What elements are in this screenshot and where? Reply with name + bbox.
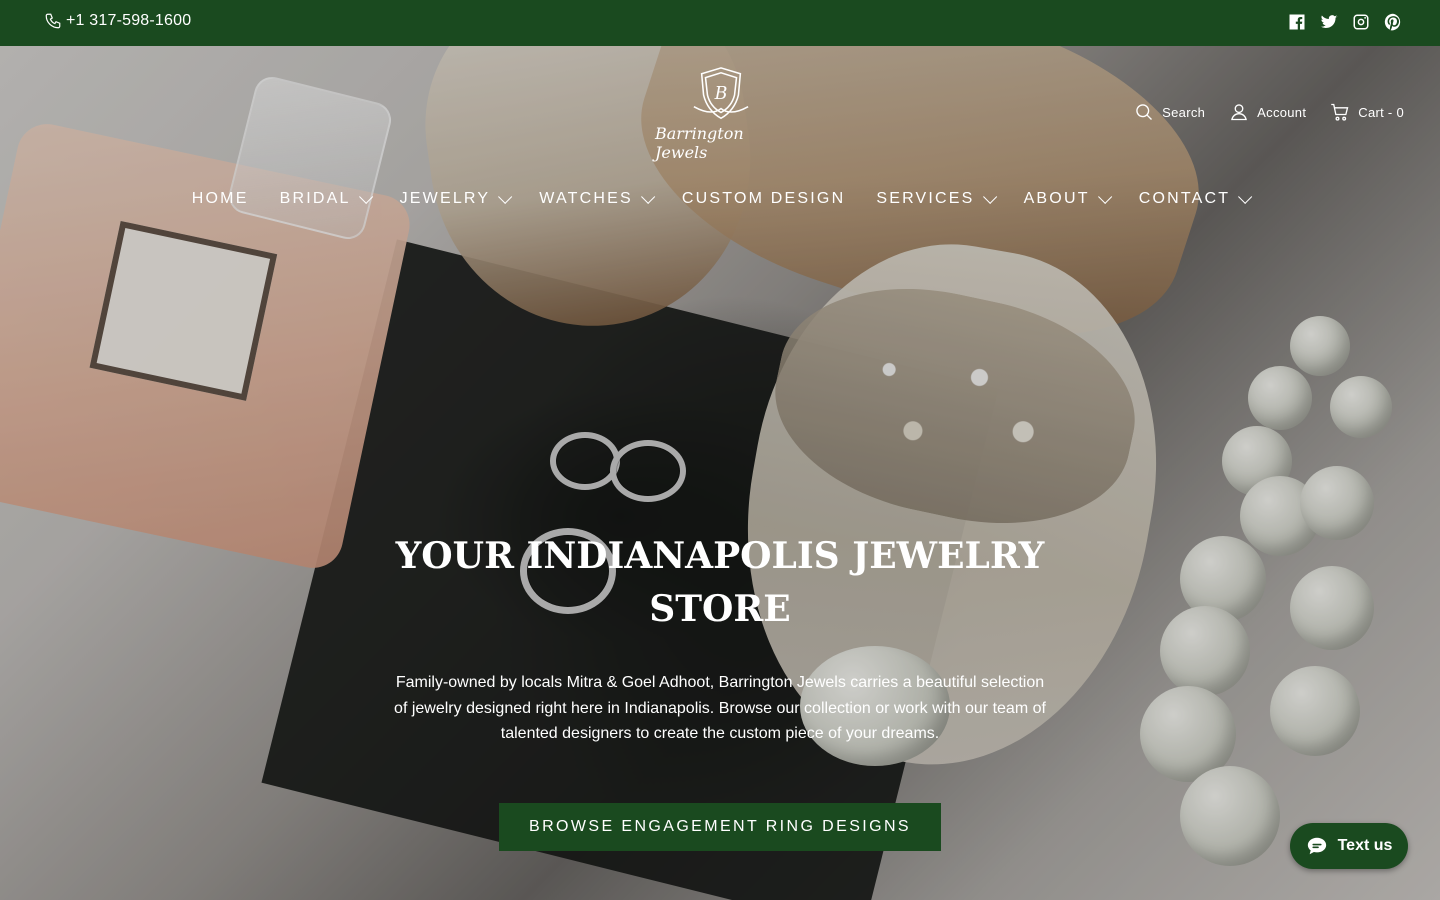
hero-description: Family-owned by locals Mitra & Goel Adho…	[394, 674, 1046, 742]
account-label: Account	[1257, 104, 1307, 120]
nav-item-label: CONTACT	[1138, 190, 1231, 207]
nav-item-watches[interactable]: WATCHES	[539, 189, 656, 208]
chat-bubble-icon	[1307, 837, 1326, 855]
search-link[interactable]: Search	[1134, 102, 1205, 122]
search-icon	[1136, 104, 1153, 120]
twitter-icon[interactable]	[1320, 13, 1338, 31]
browse-engagement-rings-button[interactable]: BROWSE ENGAGEMENT RING DESIGNS	[499, 803, 941, 851]
main-navigation: HOME BRIDAL JEWELRY WATCHES CUSTOM DESIG…	[0, 189, 1440, 208]
nav-item-label: SERVICES	[876, 190, 975, 207]
nav-item-about[interactable]: ABOUT	[1023, 189, 1112, 208]
phone-icon	[45, 13, 61, 29]
phone-number: +1 317-598-1600	[66, 12, 192, 29]
hero-banner	[0, 46, 1440, 900]
nav-item-label: BRIDAL	[279, 190, 351, 207]
nav-item-label: WATCHES	[539, 190, 633, 207]
nav-item-label: ABOUT	[1023, 190, 1090, 207]
facebook-icon[interactable]	[1288, 13, 1306, 31]
nav-item-home[interactable]: HOME	[192, 190, 249, 208]
nav-item-custom-design[interactable]: CUSTOM DESIGN	[682, 190, 845, 208]
cart-link[interactable]: Cart - 0	[1330, 102, 1404, 122]
chevron-down-icon	[1097, 189, 1112, 204]
site-logo[interactable]: B Barrington Jewels	[655, 66, 787, 162]
nav-item-label: JEWELRY	[399, 190, 491, 207]
account-link[interactable]: Account	[1229, 102, 1306, 122]
top-bar: +1 317-598-1600	[0, 0, 1440, 46]
search-label: Search	[1162, 104, 1206, 120]
nav-item-contact[interactable]: CONTACT	[1138, 189, 1253, 208]
nav-item-bridal[interactable]: BRIDAL	[279, 189, 373, 208]
logo-text: Barrington Jewels	[655, 124, 744, 162]
svg-text:B: B	[714, 84, 728, 104]
hero-overlay	[0, 46, 1440, 900]
text-us-widget[interactable]: Text us	[1290, 823, 1408, 869]
social-links	[1288, 13, 1402, 31]
chevron-down-icon	[358, 189, 373, 204]
hero-headline: YOUR INDIANAPOLIS JEWELRY STORE	[395, 535, 1045, 630]
cart-label: Cart - 0	[1358, 104, 1404, 120]
nav-item-services[interactable]: SERVICES	[876, 189, 997, 208]
cart-icon	[1331, 103, 1349, 121]
nav-item-label: CUSTOM DESIGN	[681, 190, 846, 207]
text-us-label: Text us	[1337, 837, 1393, 854]
instagram-icon[interactable]	[1352, 13, 1370, 31]
chevron-down-icon	[982, 189, 997, 204]
chevron-down-icon	[498, 189, 513, 204]
header-utilities: Search Account Cart - 0	[1134, 102, 1404, 122]
shield-crest-icon: B	[693, 67, 749, 120]
nav-item-label: HOME	[191, 190, 249, 207]
chevron-down-icon	[1238, 189, 1253, 204]
user-icon	[1231, 104, 1248, 121]
pinterest-icon[interactable]	[1384, 13, 1402, 31]
chevron-down-icon	[640, 189, 656, 204]
phone-link[interactable]: +1 317-598-1600	[44, 12, 191, 30]
nav-item-jewelry[interactable]: JEWELRY	[399, 189, 513, 208]
